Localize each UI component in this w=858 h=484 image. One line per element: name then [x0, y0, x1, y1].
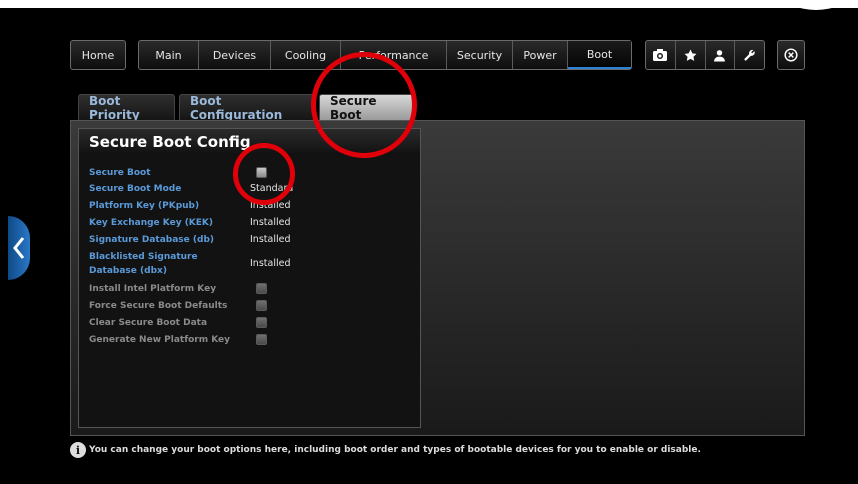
- info-icon: i: [70, 442, 86, 458]
- wrench-icon[interactable]: [735, 41, 764, 69]
- row-label: Clear Secure Boot Data: [89, 318, 208, 328]
- back-button[interactable]: [8, 216, 30, 280]
- chevron-left-icon: [13, 237, 25, 259]
- row-label: Platform Key (PKpub): [89, 201, 200, 211]
- user-icon[interactable]: [706, 41, 736, 69]
- row-label: Blacklisted Signature Database (dbx): [89, 252, 198, 276]
- row-label: Signature Database (db): [89, 235, 215, 245]
- nav-devices[interactable]: Devices: [199, 41, 271, 69]
- clear-data-checkbox[interactable]: [256, 317, 267, 328]
- nav-home[interactable]: Home: [71, 41, 125, 69]
- row-label: Secure Boot Mode: [89, 184, 182, 194]
- camera-icon[interactable]: [646, 41, 676, 69]
- row-label: Key Exchange Key (KEK): [89, 218, 214, 228]
- row-label: Secure Boot: [89, 168, 151, 178]
- nav-security[interactable]: Security: [447, 41, 513, 69]
- nav-main[interactable]: Main: [139, 41, 199, 69]
- tool-icons: [645, 40, 765, 70]
- star-icon[interactable]: [676, 41, 706, 69]
- close-circle-icon[interactable]: [778, 41, 804, 69]
- row-label: Generate New Platform Key: [89, 335, 231, 345]
- tab-boot-configuration[interactable]: Boot Configuration: [179, 94, 315, 122]
- signature-db-value: Installed: [250, 234, 291, 245]
- tab-boot-priority[interactable]: Boot Priority: [78, 94, 175, 122]
- nav-boot[interactable]: Boot: [568, 41, 631, 69]
- close-group: [777, 40, 805, 70]
- install-intel-key-checkbox[interactable]: [256, 283, 267, 294]
- info-bar: i You can change your boot options here,…: [70, 442, 701, 458]
- highlight-circle-tab: [311, 52, 417, 158]
- home-group: Home: [70, 40, 126, 70]
- blacklisted-db-value: Installed: [250, 258, 291, 269]
- row-label: Force Secure Boot Defaults: [89, 301, 228, 311]
- highlight-circle-checkbox: [233, 143, 295, 205]
- info-text: You can change your boot options here, i…: [89, 445, 701, 455]
- generate-key-checkbox[interactable]: [256, 334, 267, 345]
- nav-power[interactable]: Power: [513, 41, 568, 69]
- force-defaults-checkbox[interactable]: [256, 300, 267, 311]
- row-label: Install Intel Platform Key: [89, 284, 217, 294]
- corner-arc: [784, 0, 848, 10]
- top-white-bar: [0, 0, 858, 8]
- kek-value: Installed: [250, 217, 291, 228]
